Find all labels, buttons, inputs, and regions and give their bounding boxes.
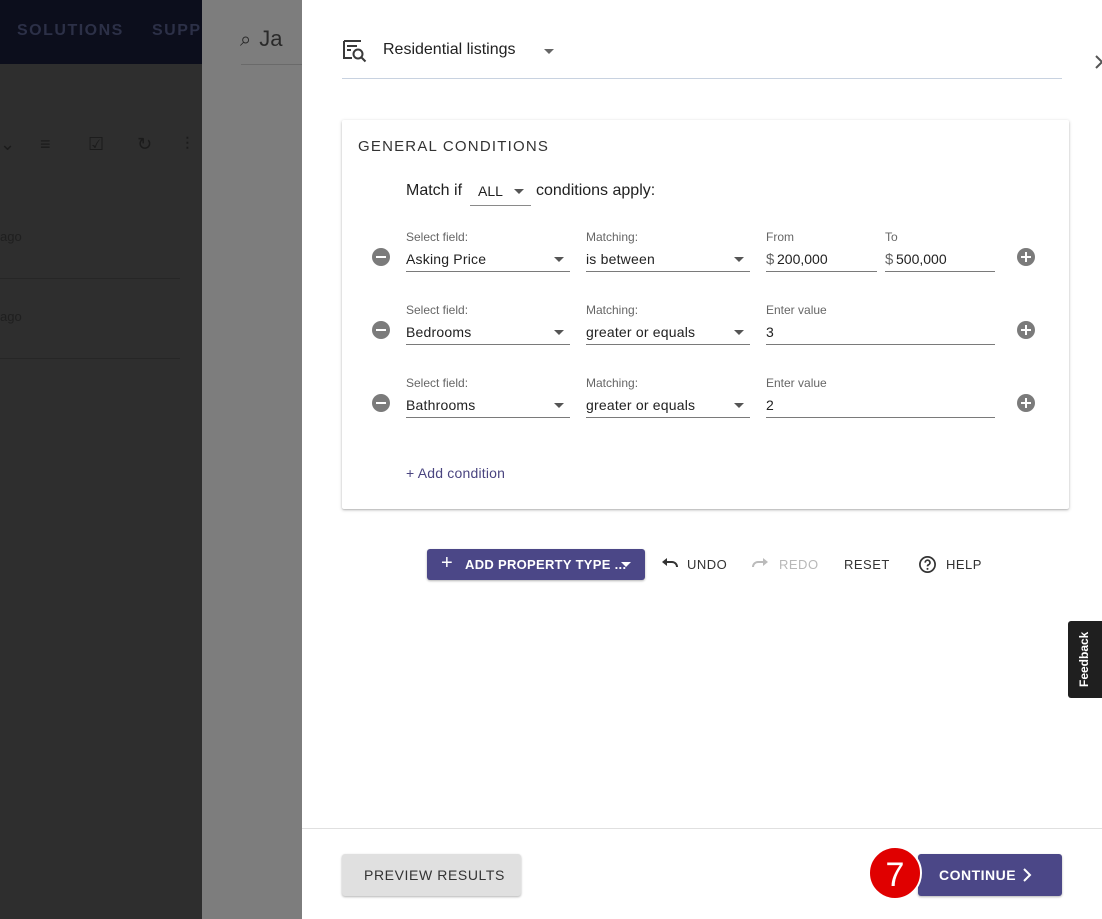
card-title: GENERAL CONDITIONS [358,138,550,155]
remove-condition-icon[interactable] [372,321,390,339]
condition-row: Select field: Bedrooms Matching: greater… [342,303,1069,353]
redo-icon [752,558,768,568]
chevron-down-icon [554,330,564,335]
undo-button[interactable]: UNDO [660,557,727,572]
continue-button[interactable]: CONTINUE [918,854,1062,896]
from-input[interactable]: From $200,000 [766,230,877,280]
background-list: ago ago [0,64,202,919]
filter-icon: ⌄ [0,134,16,154]
help-button[interactable]: HELP [918,556,982,573]
background-nav-solutions: SOLUTIONS [17,22,124,39]
select-field[interactable]: Select field: Asking Price [406,230,570,280]
match-mode-select[interactable]: ALL [470,180,531,206]
value-input[interactable]: Enter value 3 [766,303,995,353]
refresh-icon: ↻ [137,134,153,154]
condition-row: Select field: Asking Price Matching: is … [342,230,1069,280]
add-condition-link[interactable]: + Add condition [406,465,505,481]
chevron-down-icon [734,403,744,408]
remove-condition-icon[interactable] [372,394,390,412]
preview-results-button[interactable]: PREVIEW RESULTS [342,854,521,896]
redo-button[interactable]: REDO [750,557,819,572]
step-badge: 7 [868,846,922,900]
reset-button[interactable]: RESET [844,557,890,572]
listing-type-select[interactable]: Residential listings [383,41,516,59]
help-icon [919,556,936,573]
value-input[interactable]: Enter value 2 [766,376,995,426]
background-row: ago [0,279,180,359]
general-conditions-card: GENERAL CONDITIONS Match if ALL conditio… [342,120,1069,509]
plus-icon: + [441,552,453,574]
chevron-down-icon [621,562,631,567]
search-list-icon [343,40,367,63]
match-prefix: Match if [406,182,463,199]
background-panel-title: ⌕ Ja [240,26,283,51]
background-nav-support: SUPP [152,22,202,39]
select-field[interactable]: Select field: Bathrooms [406,376,570,426]
feedback-tab[interactable]: Feedback [1068,621,1102,698]
add-property-type-button[interactable]: + ADD PROPERTY TYPE ... [427,549,645,580]
add-condition-icon[interactable] [1017,248,1035,266]
chevron-down-icon[interactable] [544,49,554,54]
chevron-down-icon [734,257,744,262]
chevron-right-icon [1023,868,1032,882]
filter-dialog: Residential listings GENERAL CONDITIONS … [302,0,1102,919]
select-field[interactable]: Select field: Bedrooms [406,303,570,353]
chevron-down-icon [554,257,564,262]
matching-select[interactable]: Matching: greater or equals [586,303,750,353]
background-panel [202,0,302,919]
add-condition-icon[interactable] [1017,321,1035,339]
dialog-footer: PREVIEW RESULTS CONTINUE 7 [302,828,1102,919]
dialog-header: Residential listings [342,22,1102,79]
chevron-down-icon [514,189,524,194]
matching-select[interactable]: Matching: is between [586,230,750,280]
chevron-down-icon [554,403,564,408]
background-row: ago [0,199,180,279]
matching-select[interactable]: Matching: greater or equals [586,376,750,426]
checkbox-icon: ☑ [88,134,105,154]
add-condition-icon[interactable] [1017,394,1035,412]
condition-row: Select field: Bathrooms Matching: greate… [342,376,1069,426]
search-list-icon: ⌕ [240,29,252,51]
to-input[interactable]: To $500,000 [885,230,995,280]
match-suffix: conditions apply: [536,182,656,199]
sort-icon: ≡ [40,134,51,154]
close-icon[interactable] [1092,52,1102,72]
chevron-down-icon [734,330,744,335]
action-toolbar: + ADD PROPERTY TYPE ... UNDO REDO RESET … [427,549,1027,580]
remove-condition-icon[interactable] [372,248,390,266]
undo-icon [662,558,678,568]
